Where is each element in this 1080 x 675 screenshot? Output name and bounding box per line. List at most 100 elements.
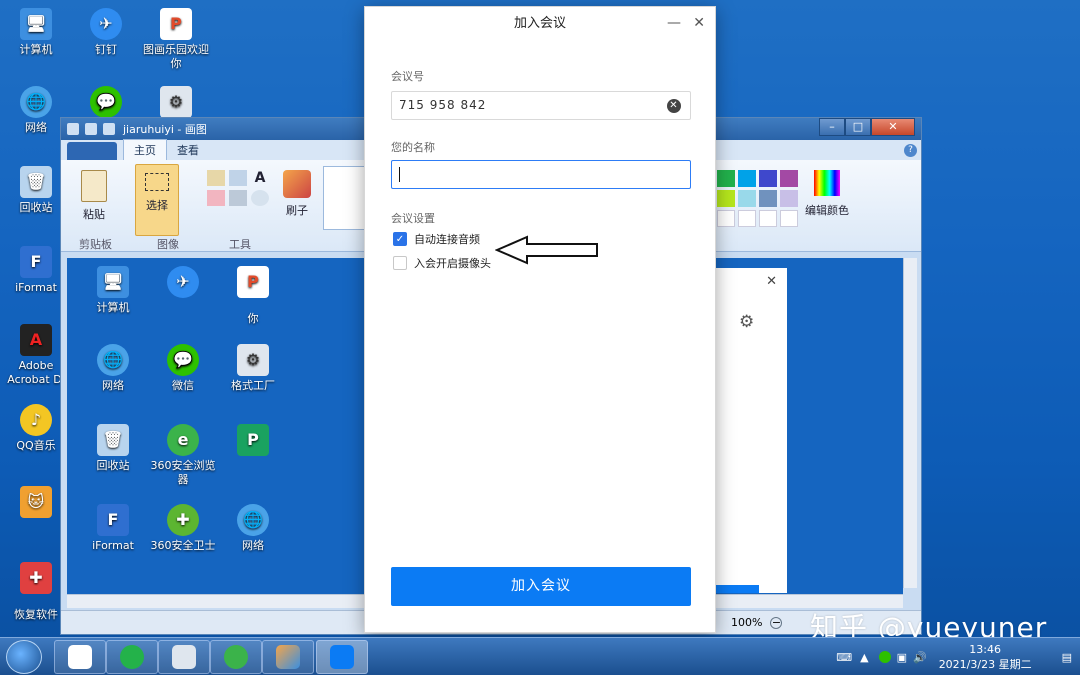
keyboard-icon[interactable]: ⌨	[836, 651, 852, 664]
desktop-icon-ppt[interactable]: P 图画乐园欢迎你	[140, 8, 212, 71]
canvas-icon-wechat: 💬 微信	[147, 344, 219, 393]
paint-window-controls: – □ ✕	[819, 118, 915, 136]
recycle-bin-icon: 🗑	[97, 424, 129, 456]
qqmusic-icon: ♪	[20, 404, 52, 436]
meeting-id-field[interactable]: 715 958 842 ✕	[391, 91, 691, 120]
join-meeting-button[interactable]: 加入会议	[391, 567, 691, 606]
camera-checkbox[interactable]	[393, 256, 407, 270]
inner-dialog-fragment: ✕ ⚙	[715, 268, 787, 593]
auto-audio-option[interactable]: ✓ 自动连接音频	[393, 231, 480, 247]
color-wheel-icon	[814, 170, 840, 196]
eraser-icon[interactable]	[207, 190, 225, 206]
desktop-icon-wechat[interactable]: 💬	[70, 86, 142, 121]
text-caret	[399, 167, 400, 182]
shapes-gallery[interactable]	[323, 166, 367, 230]
computer-icon: 🖥	[97, 266, 129, 298]
color-picker-icon[interactable]	[229, 190, 247, 206]
volume-icon[interactable]: 🔊	[913, 651, 927, 664]
start-button[interactable]	[6, 640, 42, 674]
canvas-icon-ppt: P 你	[217, 266, 289, 326]
gear-icon: ⚙	[739, 312, 755, 332]
tab-view[interactable]: 查看	[167, 140, 209, 160]
name-field[interactable]	[391, 160, 691, 189]
canvas-icon-computer: 🖥 计算机	[77, 266, 149, 315]
recovery-icon: ✚	[20, 562, 52, 594]
desktop-icon-dingtalk[interactable]: ✈ 钉钉	[70, 8, 142, 57]
taskbar-browser[interactable]	[210, 640, 262, 674]
auto-audio-checkbox[interactable]: ✓	[393, 232, 407, 246]
maximize-button[interactable]: □	[845, 118, 871, 136]
taskbar-paint[interactable]	[262, 640, 314, 674]
magnifier-icon[interactable]	[251, 190, 269, 206]
minimize-button[interactable]: –	[819, 118, 845, 136]
tools-group: A	[207, 170, 269, 206]
zoom-out-icon[interactable]: −	[770, 616, 783, 629]
recycle-bin-icon: 🗑	[20, 166, 52, 198]
clear-icon[interactable]: ✕	[667, 99, 681, 113]
image-group-label: 图像	[157, 238, 179, 251]
camera-option[interactable]: 入会开启摄像头	[393, 255, 491, 271]
canvas-icon-network2: 🌐 网络	[217, 504, 289, 553]
canvas-icon-app: P	[217, 424, 289, 459]
canvas-icon-iformat: F iFormat	[77, 504, 149, 553]
help-icon[interactable]: ?	[904, 144, 917, 157]
taskbar-app-3[interactable]	[158, 640, 210, 674]
canvas-icon-360safe: ✚ 360安全卫士	[147, 504, 219, 553]
close-button[interactable]: ✕	[871, 118, 915, 136]
scratch-icon: 🐱	[20, 486, 52, 518]
meeting-id-label: 会议号	[391, 70, 424, 83]
paste-button[interactable]: 粘贴	[69, 164, 119, 222]
fill-icon[interactable]	[229, 170, 247, 186]
select-icon	[145, 173, 169, 191]
brush-button[interactable]: 刷子	[279, 164, 315, 218]
tray-app-icon[interactable]	[878, 651, 891, 663]
redo-icon[interactable]	[103, 123, 115, 135]
dialog-title: 加入会议 — ✕	[365, 7, 715, 41]
meeting-icon	[330, 645, 354, 669]
annotation-arrow	[495, 235, 598, 265]
vertical-scrollbar[interactable]	[903, 258, 917, 588]
zoom-level: 100%	[731, 616, 763, 629]
taskbar-app-2[interactable]	[106, 640, 158, 674]
close-icon: ✕	[766, 274, 777, 289]
tab-home[interactable]: 主页	[123, 139, 167, 160]
iformat-icon: F	[97, 504, 129, 536]
show-desktop-icon[interactable]: ▤	[1062, 651, 1072, 664]
pencil-icon[interactable]	[207, 170, 225, 186]
close-button[interactable]: ✕	[693, 7, 705, 39]
acrobat-icon: A	[20, 324, 52, 356]
edit-colors-button[interactable]: 编辑颜色	[799, 164, 855, 218]
select-button[interactable]: 选择	[135, 164, 179, 236]
wechat-icon: 💬	[167, 344, 199, 376]
canvas-icon-360browser: e 360安全浏览器	[147, 424, 219, 487]
name-label: 您的名称	[391, 141, 435, 154]
desktop-icon-format-factory[interactable]: ⚙	[140, 86, 212, 121]
color-palette[interactable]	[717, 170, 798, 227]
shield-icon: ✚	[167, 504, 199, 536]
iformat-icon: F	[20, 246, 52, 278]
tools-group-label: 工具	[229, 238, 251, 251]
desktop-icon-computer[interactable]: 🖥 计算机	[0, 8, 72, 57]
browser-icon	[224, 645, 248, 669]
undo-icon[interactable]	[85, 123, 97, 135]
minimize-button[interactable]: —	[667, 7, 681, 39]
format-factory-icon: ⚙	[160, 86, 192, 118]
computer-icon: 🖥	[20, 8, 52, 40]
format-factory-icon: ⚙	[237, 344, 269, 376]
taskbar-meeting[interactable]	[316, 640, 368, 674]
blue-strip	[715, 585, 759, 593]
save-icon[interactable]	[67, 123, 79, 135]
app-icon	[120, 645, 144, 669]
document-icon: P	[237, 266, 269, 298]
text-icon[interactable]: A	[251, 170, 269, 186]
canvas-icon-network: 🌐 网络	[77, 344, 149, 393]
canvas-icon-format-factory: ⚙ 格式工厂	[217, 344, 289, 393]
chevron-up-icon[interactable]: ▲	[860, 651, 868, 664]
network-icon: 🌐	[237, 504, 269, 536]
taskbar-app-1[interactable]	[54, 640, 106, 674]
dingtalk-icon: ✈	[167, 266, 199, 298]
clock[interactable]: 13:46 2021/3/23 星期二	[939, 642, 1032, 672]
file-menu-button[interactable]	[67, 142, 117, 160]
join-meeting-dialog: 加入会议 — ✕ 会议号 715 958 842 ✕ 您的名称 会议设置 ✓ 自…	[364, 6, 716, 633]
network-icon[interactable]: ▣	[897, 651, 907, 664]
